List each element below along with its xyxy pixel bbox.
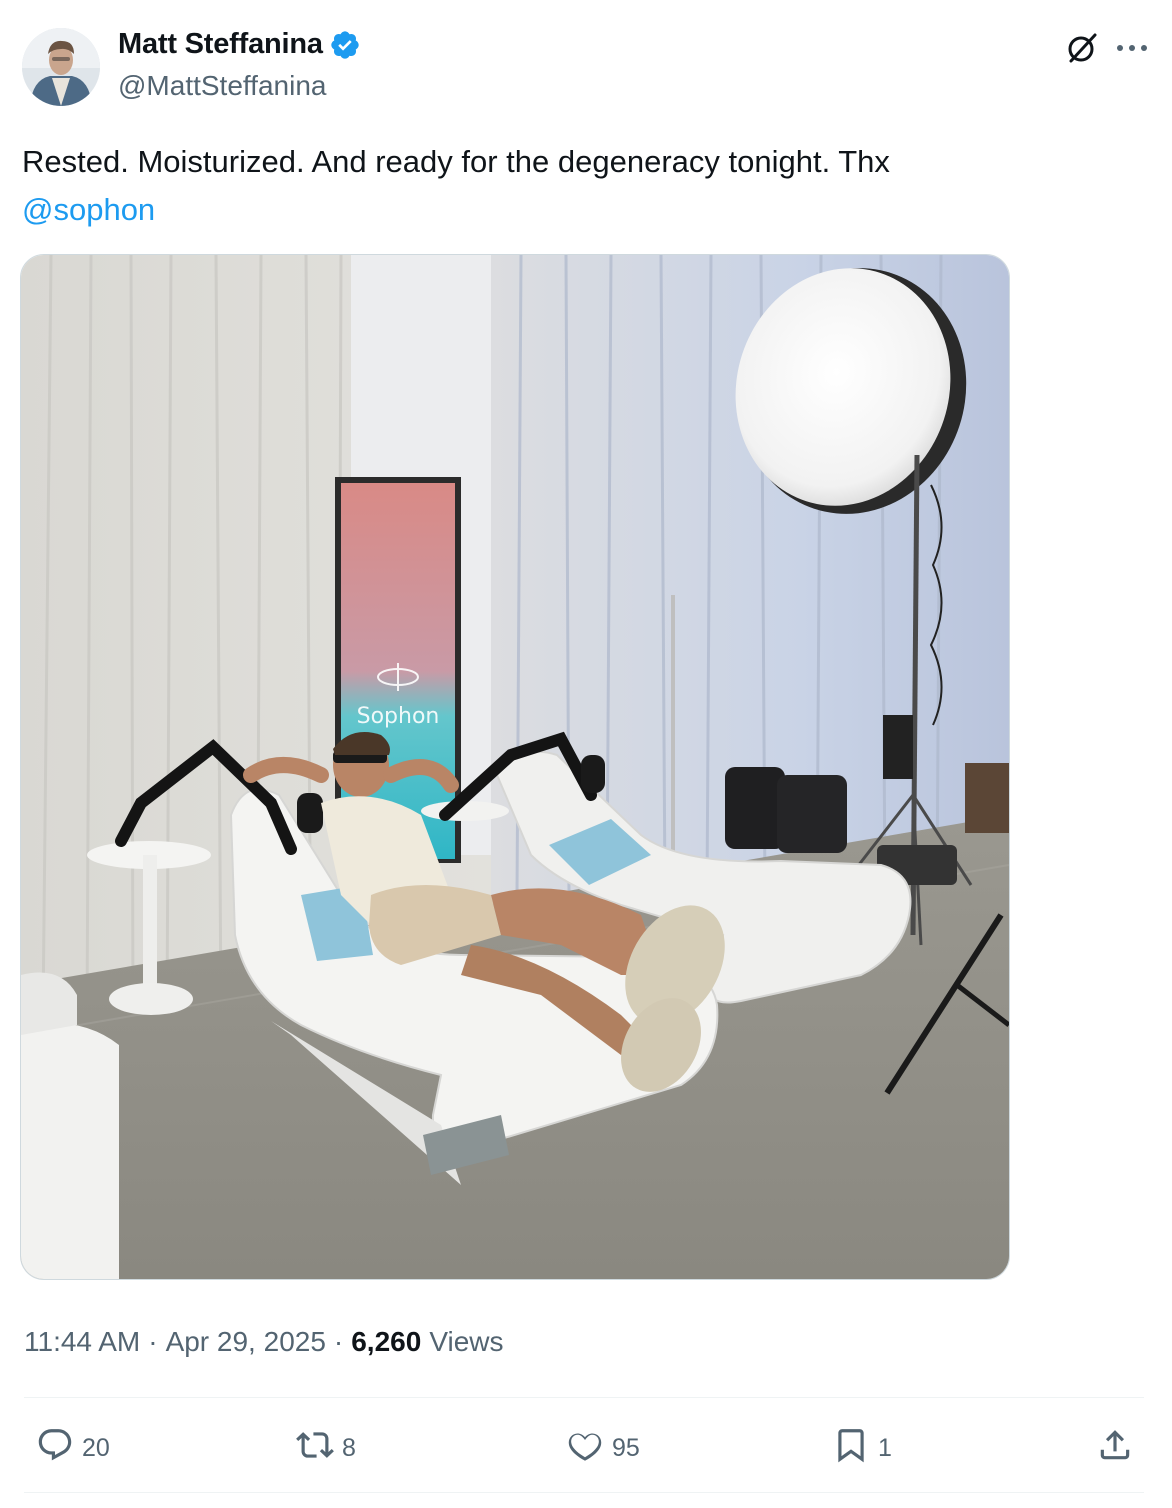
repost-button[interactable]: 8 xyxy=(296,1420,356,1476)
tweet-time[interactable]: 11:44 AM xyxy=(24,1326,140,1358)
like-icon xyxy=(566,1426,604,1471)
tweet-body-text: Rested. Moisturized. And ready for the d… xyxy=(22,144,890,179)
views-count: 6,260 xyxy=(351,1326,422,1357)
like-button[interactable]: 95 xyxy=(566,1420,640,1476)
reply-icon xyxy=(36,1426,74,1471)
action-bar: 20 8 95 1 xyxy=(0,1420,1172,1476)
repost-icon xyxy=(296,1426,334,1471)
tweet-text: Rested. Moisturized. And ready for the d… xyxy=(22,138,1132,234)
grok-icon[interactable] xyxy=(1062,28,1102,68)
divider xyxy=(24,1397,1144,1398)
more-icon[interactable] xyxy=(1112,30,1152,66)
meta-separator: · xyxy=(333,1326,344,1357)
mention-link[interactable]: @sophon xyxy=(22,192,155,227)
bookmark-count: 1 xyxy=(878,1433,892,1462)
avatar[interactable] xyxy=(22,28,100,106)
divider xyxy=(24,1492,1144,1493)
like-count: 95 xyxy=(612,1433,640,1462)
sophon-screen-text: Sophon xyxy=(357,704,440,729)
reply-count: 20 xyxy=(82,1433,110,1462)
share-button[interactable] xyxy=(1096,1420,1134,1476)
tweet-photo[interactable]: Sophon xyxy=(20,254,1010,1280)
author-name-row: Matt Steffanina xyxy=(118,28,361,61)
reply-button[interactable]: 20 xyxy=(36,1420,110,1476)
tweet-date[interactable]: Apr 29, 2025 xyxy=(166,1326,326,1358)
tweet-meta: 11:44 AM · Apr 29, 2025 · 6,260 Views xyxy=(24,1326,504,1358)
share-icon xyxy=(1096,1426,1134,1471)
verified-badge-icon[interactable] xyxy=(329,29,361,61)
bookmark-icon xyxy=(832,1426,870,1471)
meta-separator: · xyxy=(148,1326,158,1357)
tweet: Matt Steffanina @MattSteffanina Rested. … xyxy=(0,0,1172,1508)
views-label: Views xyxy=(429,1326,504,1357)
repost-count: 8 xyxy=(342,1433,356,1462)
author-handle[interactable]: @MattSteffanina xyxy=(118,70,326,102)
author-display-name[interactable]: Matt Steffanina xyxy=(118,28,323,61)
bookmark-button[interactable]: 1 xyxy=(832,1420,892,1476)
